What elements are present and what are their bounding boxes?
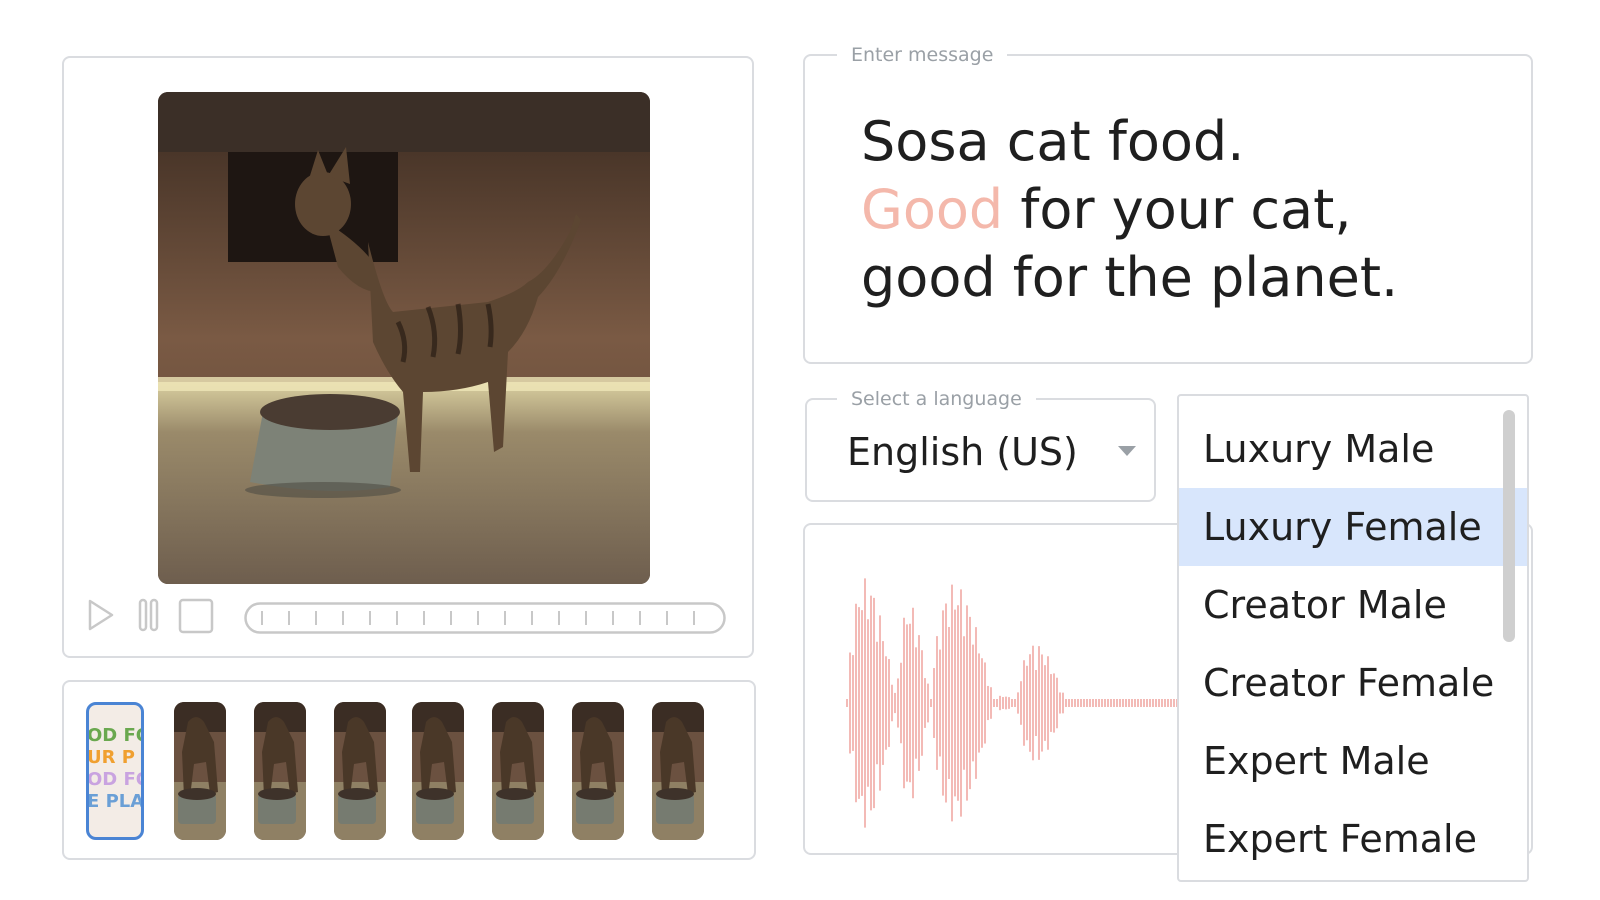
thumb-text-line: E PLA bbox=[87, 791, 144, 812]
message-line-2: Good for your cat, bbox=[861, 176, 1398, 244]
message-line-2-rest: for your cat, bbox=[1003, 178, 1352, 241]
filmstrip-thumb-frame[interactable] bbox=[334, 702, 386, 840]
filmstrip-thumb-frame[interactable] bbox=[652, 702, 704, 840]
filmstrip-panel: OD FO UR P OD FO E PLA bbox=[62, 680, 756, 860]
message-panel[interactable]: Enter message Sosa cat food. Good for yo… bbox=[803, 44, 1533, 364]
video-preview-panel bbox=[62, 56, 754, 658]
message-line-1: Sosa cat food. bbox=[861, 110, 1245, 173]
menu-scrollbar[interactable] bbox=[1503, 410, 1515, 642]
cat-video-image bbox=[158, 92, 650, 584]
filmstrip-thumb-frame[interactable] bbox=[572, 702, 624, 840]
filmstrip-thumb-frame[interactable] bbox=[492, 702, 544, 840]
filmstrip-thumb-frame[interactable] bbox=[254, 702, 306, 840]
voice-option-expert-female[interactable]: Expert Female bbox=[1179, 800, 1527, 878]
video-frame[interactable] bbox=[158, 92, 650, 584]
thumb-text-line: UR P bbox=[87, 747, 135, 768]
message-legend: Enter message bbox=[837, 44, 1008, 66]
pause-icon[interactable] bbox=[138, 598, 160, 632]
filmstrip-thumb-frame[interactable] bbox=[412, 702, 464, 840]
play-icon[interactable] bbox=[86, 598, 116, 632]
thumb-text-line: OD FO bbox=[87, 725, 141, 746]
voice-option-luxury-female[interactable]: Luxury Female bbox=[1179, 488, 1527, 566]
voice-option-creator-female[interactable]: Creator Female bbox=[1179, 644, 1527, 722]
filmstrip-thumb-text-selected[interactable]: OD FO UR P OD FO E PLA bbox=[86, 702, 144, 840]
filmstrip-thumb-frame[interactable] bbox=[174, 702, 226, 840]
message-textarea[interactable]: Sosa cat food. Good for your cat, good f… bbox=[861, 108, 1398, 312]
voice-option-creator-male[interactable]: Creator Male bbox=[1179, 566, 1527, 644]
language-selected-value: English (US) bbox=[847, 430, 1078, 474]
language-select[interactable]: Select a language English (US) bbox=[805, 388, 1156, 502]
stop-icon[interactable] bbox=[178, 598, 214, 634]
language-legend: Select a language bbox=[837, 388, 1036, 410]
message-line-3: good for the planet. bbox=[861, 246, 1399, 309]
voice-dropdown-menu[interactable]: Luxury Male Luxury Female Creator Male C… bbox=[1177, 394, 1529, 882]
dropdown-arrow-icon[interactable] bbox=[1118, 446, 1136, 456]
voice-option-luxury-male[interactable]: Luxury Male bbox=[1179, 410, 1527, 488]
message-highlight-word: Good bbox=[861, 178, 1004, 241]
thumb-text-line: OD FO bbox=[87, 769, 141, 790]
video-timeline-scrubber[interactable] bbox=[244, 602, 726, 634]
voice-option-expert-male[interactable]: Expert Male bbox=[1179, 722, 1527, 800]
